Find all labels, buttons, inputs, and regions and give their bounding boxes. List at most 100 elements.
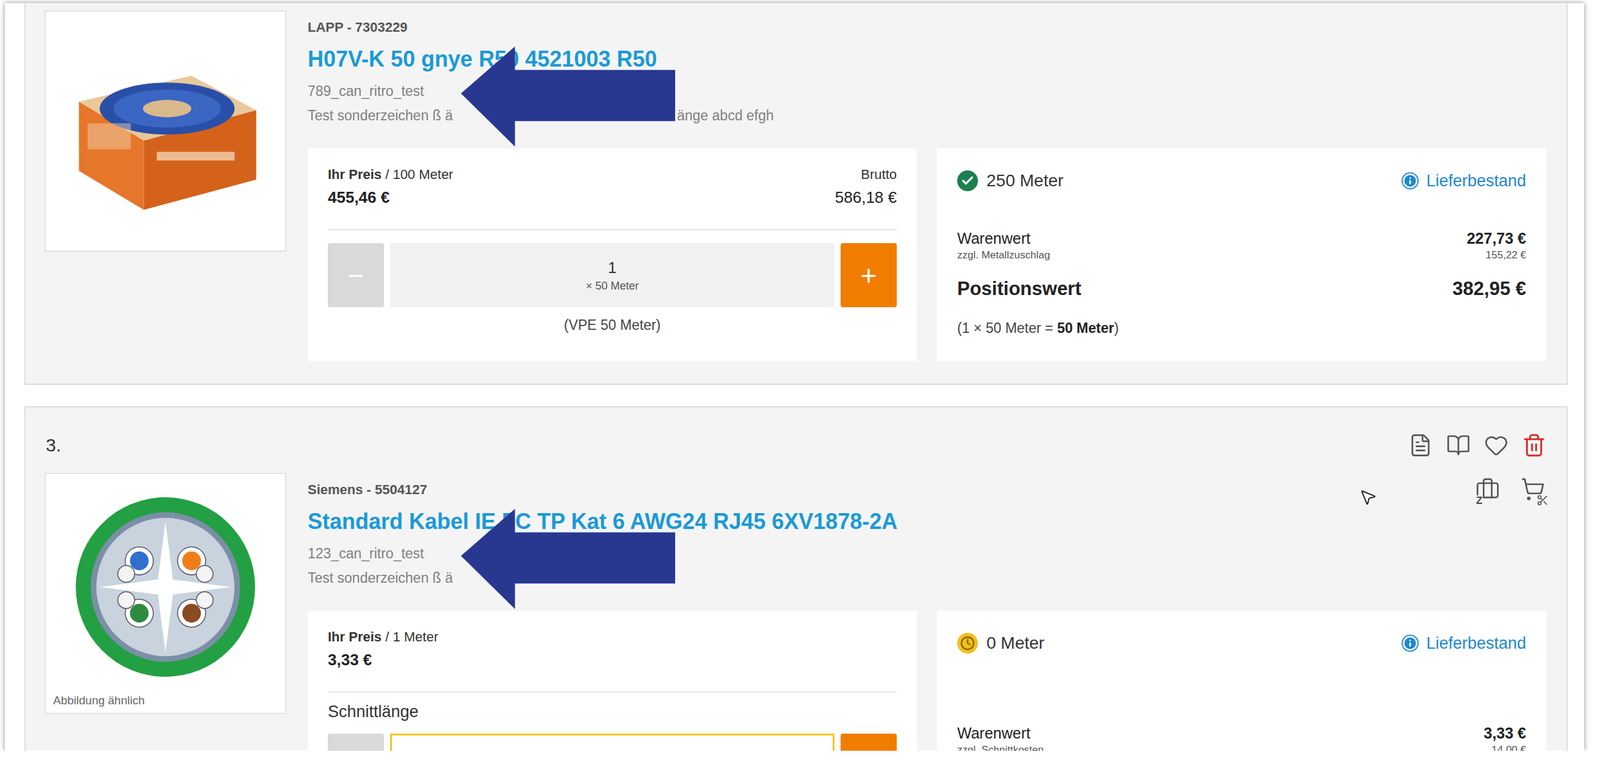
delivery-stock-link[interactable]: Lieferbestand — [1401, 632, 1527, 654]
summary-part: 50 Meter — [1057, 319, 1115, 336]
item-content: Siemens - 5504127 Standard Kabel IE FC TP… — [307, 472, 1547, 751]
decrease-button[interactable]: − — [327, 242, 384, 308]
price-value: 455,46 € — [327, 186, 390, 209]
price-label: Ihr Preis / 1 Meter — [327, 627, 439, 646]
brand-article: LAPP - 7303229 — [307, 18, 775, 37]
item-position: 3. — [44, 434, 62, 456]
cut-length-label: Schnittlänge — [327, 700, 897, 723]
description-text: Test sonderzeichen ß ä — [307, 568, 453, 587]
price-panel: Ihr Preis / 1 Meter 3,33 € Schnittlänge — [307, 610, 917, 751]
item-content: LAPP - 7303229 H07V-K 50 gnye R50 4521003… — [307, 10, 1547, 361]
cart-item-body: LAPP - 7303229 H07V-K 50 gnye R50 4521003… — [44, 10, 1547, 361]
value-line: zzgl. Metallzuschlag 155,22 € — [957, 248, 1527, 262]
summary-part: ) — [1114, 319, 1119, 336]
gross-label: Brutto — [860, 165, 897, 184]
stock-header: 0 Meter Lieferbestand — [957, 632, 1527, 654]
cut-length-field[interactable] — [390, 733, 835, 751]
info-icon — [1401, 634, 1419, 652]
product-image[interactable]: Abbildung ähnlich — [44, 472, 287, 714]
product-photo — [61, 40, 270, 224]
price-value: 3,33 € — [327, 648, 372, 671]
document-icon[interactable] — [1408, 432, 1433, 458]
quantity-multiplier: × 50 Meter — [586, 278, 640, 293]
cart-item: 3. Abbildung ähnlich Siemens - 5504127 Stan… — [24, 405, 1568, 751]
value-line: Warenwert 3,33 € — [957, 722, 1527, 743]
tool-badge: Z — [1475, 495, 1483, 507]
cart-item: LAPP - 7303229 H07V-K 50 gnye R50 4521003… — [24, 3, 1568, 385]
value-line: Positionswert 382,95 € — [957, 275, 1527, 303]
tool-button[interactable]: Z — [1474, 476, 1502, 504]
value-label: zzgl. Metallzuschlag — [957, 248, 1050, 262]
image-caption: Abbildung ähnlich — [53, 692, 145, 708]
product-image-art — [53, 17, 278, 246]
product-title[interactable]: H07V-K 50 gnye R50 4521003 R50 — [307, 45, 775, 74]
price-header: Ihr Preis / 1 Meter 3,33 € — [327, 627, 897, 671]
stock-quantity: 0 Meter — [986, 632, 1045, 654]
item-actions — [1408, 432, 1547, 458]
product-image-art — [53, 479, 278, 693]
cart-item-body: Abbildung ähnlich Siemens - 5504127 Standa… — [44, 472, 1547, 751]
value-amount: 227,73 € — [1466, 227, 1527, 249]
gross-price: Brutto 586,18 € — [835, 165, 897, 209]
price-label: Ihr Preis / 100 Meter — [327, 165, 453, 184]
value-label: Positionswert — [957, 275, 1082, 303]
value-amount: 14,00 € — [1491, 742, 1527, 751]
scissors-badge — [1536, 493, 1549, 507]
cut-cart-button[interactable] — [1519, 476, 1547, 504]
price-panel: Ihr Preis / 100 Meter 455,46 € Brutto 586,1… — [307, 148, 917, 361]
value-amount: 155,22 € — [1485, 248, 1527, 262]
value-label: Warenwert — [957, 227, 1031, 249]
annotation-arrow — [460, 46, 676, 147]
summary-part: (1 × 50 Meter = — [957, 319, 1058, 336]
quantity-field[interactable]: 1× 50 Meter — [390, 242, 835, 308]
net-price: Ihr Preis / 1 Meter 3,33 € — [327, 627, 439, 671]
scissors-icon — [1536, 493, 1549, 507]
mouse-cursor-icon — [1358, 487, 1378, 507]
stock-status: 0 Meter — [957, 632, 1045, 654]
item-tools: Z — [1474, 476, 1547, 504]
value-line: Warenwert 227,73 € — [957, 227, 1527, 249]
brand-article: Siemens - 5504127 — [307, 480, 898, 499]
product-image[interactable] — [44, 10, 287, 252]
price-header: Ihr Preis / 100 Meter 455,46 € Brutto 586,1… — [327, 165, 897, 209]
info-icon — [1401, 172, 1419, 190]
value-lines: Warenwert 3,33 € zzgl. Schnittkosten 14,00 … — [957, 722, 1527, 751]
item-panels: Ihr Preis / 1 Meter 3,33 € Schnittlänge 0 M… — [307, 610, 1547, 751]
in-stock-icon — [957, 170, 978, 192]
price-divider — [327, 691, 897, 693]
stock-status: 250 Meter — [957, 170, 1064, 192]
quantity-stepper: −1× 50 Meter+ — [327, 242, 897, 308]
value-amount: 3,33 € — [1483, 722, 1527, 743]
datasheet-icon[interactable] — [1446, 432, 1471, 458]
quantity-summary: (1 × 50 Meter = 50 Meter) — [957, 318, 1527, 337]
cart-screenshot: LAPP - 7303229 H07V-K 50 gnye R50 4521003… — [4, 3, 1585, 751]
restock-clock-icon — [957, 632, 978, 654]
description-text: änge abcd efgh — [676, 106, 775, 125]
cable-cross-section-drawing — [72, 493, 259, 681]
increase-button[interactable] — [840, 733, 897, 751]
annotation-arrow — [460, 508, 676, 609]
stock-quantity: 250 Meter — [986, 170, 1064, 192]
decrease-button[interactable] — [327, 733, 384, 751]
net-price: Ihr Preis / 100 Meter 455,46 € — [327, 165, 453, 209]
value-line: zzgl. Schnittkosten 14,00 € — [957, 742, 1527, 751]
value-label: Warenwert — [957, 722, 1031, 743]
value-label: zzgl. Schnittkosten — [957, 742, 1044, 751]
heart-icon[interactable] — [1484, 432, 1509, 458]
value-lines: Warenwert 227,73 € zzgl. Metallzuschlag 155… — [957, 227, 1527, 303]
trash-icon[interactable] — [1521, 432, 1547, 458]
stock-panel: 0 MeterLieferbestandWarenwert3,33 €zzgl.… — [937, 610, 1547, 751]
increase-button[interactable]: + — [840, 242, 897, 308]
product-title[interactable]: Standard Kabel IE FC TP Kat 6 AWG24 RJ45… — [307, 507, 898, 536]
item-panels: Ihr Preis / 100 Meter 455,46 € Brutto 586,1… — [307, 148, 1547, 361]
stock-panel: 250 MeterLieferbestandWarenwert227,73 €z… — [937, 148, 1547, 361]
gross-value: 586,18 € — [835, 186, 897, 209]
price-divider — [327, 228, 897, 231]
delivery-stock-link[interactable]: Lieferbestand — [1401, 170, 1527, 192]
cart-item-header: 3. — [44, 432, 1547, 458]
cut-length-stepper — [327, 733, 897, 751]
value-amount: 382,95 € — [1452, 275, 1527, 303]
packaging-unit: (VPE 50 Meter) — [327, 315, 897, 334]
quantity-value: 1 — [608, 258, 617, 277]
stock-header: 250 Meter Lieferbestand — [957, 170, 1527, 192]
